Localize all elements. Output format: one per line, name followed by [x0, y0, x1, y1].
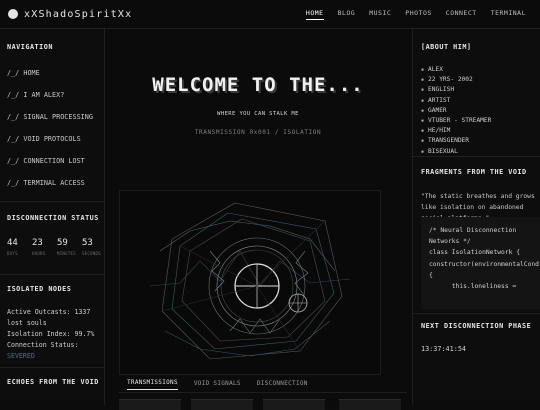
- bullet-icon: ▪: [421, 128, 425, 135]
- top-bar: xXShadoSpiritXx HOME BLOG MUSIC PHOTOS C…: [0, 0, 540, 29]
- transmission-label: TRANSMISSION 0x001 / ISOLATION: [194, 129, 322, 136]
- tab-void-signals[interactable]: VOID SIGNALS: [194, 377, 241, 390]
- wireframe-orb-graphic: [149, 202, 351, 360]
- hero-title: WELCOME TO THE...: [152, 74, 364, 96]
- counter-hours: 23 HOURS: [32, 238, 48, 256]
- code-line: this.loneliness =: [429, 283, 517, 291]
- about-item-text: HE/HIM: [428, 127, 451, 135]
- tab-disconnection[interactable]: DISCONNECTION: [257, 377, 308, 390]
- code-block: /* Neural Disconnection Networks */ class …: [421, 217, 540, 309]
- bullet-icon: ▪: [421, 87, 425, 94]
- bullet-icon: ▪: [421, 97, 425, 104]
- sidebar-item-signal-processing[interactable]: /_/ SIGNAL PROCESSING: [7, 113, 93, 135]
- counter-minutes: 59 MINUTES: [57, 238, 76, 256]
- code-line: /* Neural Disconnection: [429, 227, 517, 234]
- fragments-heading: FRAGMENTS FROM THE VOID: [421, 168, 527, 176]
- counter-days: 44 DAYS: [7, 238, 23, 256]
- counter-seconds: 53 SECONDS: [82, 238, 101, 256]
- right-sidebar: [ABOUT HIM] ▪ ALEX ▪ 22 YRS- 2002 ▪ ENGLISH…: [412, 29, 540, 405]
- counter-value: 59: [57, 238, 68, 248]
- nav-music[interactable]: MUSIC: [369, 9, 391, 19]
- code-line: {: [429, 271, 433, 279]
- sidebar-item-i-am-alex[interactable]: /_/ I AM ALEX?: [7, 91, 93, 113]
- list-item: ▪ TRANSGENDER: [421, 136, 491, 146]
- bullet-icon: ▪: [421, 77, 425, 84]
- hero-subtitle: WHERE YOU CAN STALK ME: [217, 111, 299, 117]
- left-sidebar: NAVIGATION /_/ HOME /_/ I AM ALEX? /_/ S…: [0, 29, 105, 405]
- logo-circle-icon: [8, 9, 18, 19]
- list-item: ▪ 22 YRS- 2002: [421, 75, 491, 85]
- about-heading: [ABOUT HIM]: [421, 43, 472, 51]
- divider: [413, 313, 540, 314]
- list-item: ▪ HE/HIM: [421, 126, 491, 136]
- stat-line: Active Outcasts: 1337: [7, 308, 91, 316]
- counter-label: SECONDS: [82, 251, 101, 256]
- counter-label: HOURS: [32, 251, 46, 256]
- about-item-text: ENGLISH: [428, 86, 455, 94]
- divider: [0, 201, 104, 202]
- content-tabs: TRANSMISSIONS VOID SIGNALS DISCONNECTION: [119, 374, 407, 393]
- about-item-text: GAMER: [428, 106, 447, 114]
- disconnection-status-heading: DISCONNECTION STATUS: [7, 214, 99, 222]
- nav-terminal[interactable]: TERMINAL: [491, 9, 526, 19]
- bullet-icon: ▪: [421, 148, 425, 155]
- list-item: ▪ VTUBER - STREAMER: [421, 116, 491, 126]
- isolated-nodes-heading: ISOLATED NODES: [7, 285, 72, 293]
- sidebar-item-void-protocols[interactable]: /_/ VOID PROTOCOLS: [7, 135, 93, 157]
- tab-cards: [119, 397, 411, 410]
- tab-transmissions[interactable]: TRANSMISSIONS: [127, 376, 178, 390]
- stat-line: Connection Status:: [7, 341, 79, 349]
- top-nav: HOME BLOG MUSIC PHOTOS CONNECT TERMINAL: [305, 0, 526, 28]
- bullet-icon: ▪: [421, 138, 425, 145]
- sidebar-item-terminal-access[interactable]: /_/ TERMINAL ACCESS: [7, 179, 93, 201]
- countdown: 44 DAYS 23 HOURS 59 MINUTES 53 SECONDS: [7, 238, 101, 256]
- code-line: class IsolationNetwork {: [429, 249, 520, 257]
- stat-line: Isolation Index: 99.7%: [7, 330, 95, 338]
- about-list: ▪ ALEX ▪ 22 YRS- 2002 ▪ ENGLISH ▪ ARTIST ▪ GA…: [421, 65, 491, 157]
- bullet-icon: ▪: [421, 118, 425, 125]
- sidebar-nav: /_/ HOME /_/ I AM ALEX? /_/ SIGNAL PROCE…: [7, 69, 93, 201]
- next-phase-time: 13:37:41:54: [421, 345, 467, 353]
- counter-label: MINUTES: [57, 251, 76, 256]
- sidebar-item-home[interactable]: /_/ HOME: [7, 69, 93, 91]
- sidebar-item-connection-lost[interactable]: /_/ CONNECTION LOST: [7, 157, 93, 179]
- code-line: constructor(environmentalCond: [429, 260, 539, 268]
- nav-connect[interactable]: CONNECT: [446, 9, 477, 19]
- nav-blog[interactable]: BLOG: [338, 9, 356, 19]
- site-logo[interactable]: xXShadoSpiritXx: [8, 9, 132, 20]
- counter-value: 23: [32, 238, 43, 248]
- bullet-icon: ▪: [421, 67, 425, 73]
- navigation-heading: NAVIGATION: [7, 43, 53, 51]
- list-item: ▪ ARTIST: [421, 96, 491, 106]
- code-text: /* Neural Disconnection Networks */ class …: [429, 225, 539, 292]
- echoes-heading: ECHOES FROM THE VOID: [7, 378, 99, 386]
- about-item-text: ARTIST: [428, 96, 451, 104]
- list-item: ▪ ENGLISH: [421, 85, 491, 95]
- about-item-text: BISEXUAL: [428, 147, 458, 155]
- bullet-icon: ▪: [421, 107, 425, 114]
- nav-photos[interactable]: PHOTOS: [405, 9, 431, 19]
- about-item-text: TRANSGENDER: [428, 137, 469, 145]
- main-content: WELCOME TO THE... WHERE YOU CAN STALK ME…: [105, 29, 411, 410]
- code-line: Networks */: [429, 238, 471, 246]
- list-item: ▪ GAMER: [421, 106, 491, 116]
- isolated-nodes-stats: Active Outcasts: 1337 lost souls Isolati…: [7, 307, 94, 362]
- site-title: xXShadoSpiritXx: [24, 8, 133, 20]
- next-phase-heading: NEXT DISCONNECTION PHASE: [421, 322, 532, 330]
- divider: [0, 367, 104, 368]
- about-item-text: 22 YRS- 2002: [428, 76, 473, 84]
- divider: [0, 274, 104, 275]
- stat-line: lost souls: [7, 319, 47, 327]
- counter-value: 53: [82, 238, 93, 248]
- nav-home[interactable]: HOME: [305, 9, 324, 20]
- connection-status-value: SEVERED: [7, 352, 35, 360]
- list-item: ▪ ALEX: [421, 65, 491, 75]
- about-item-text: ALEX: [428, 66, 443, 73]
- divider: [413, 156, 540, 157]
- counter-value: 44: [7, 238, 18, 248]
- about-item-text: VTUBER - STREAMER: [428, 117, 492, 125]
- void-visualization: [119, 190, 381, 375]
- counter-label: DAYS: [7, 251, 18, 256]
